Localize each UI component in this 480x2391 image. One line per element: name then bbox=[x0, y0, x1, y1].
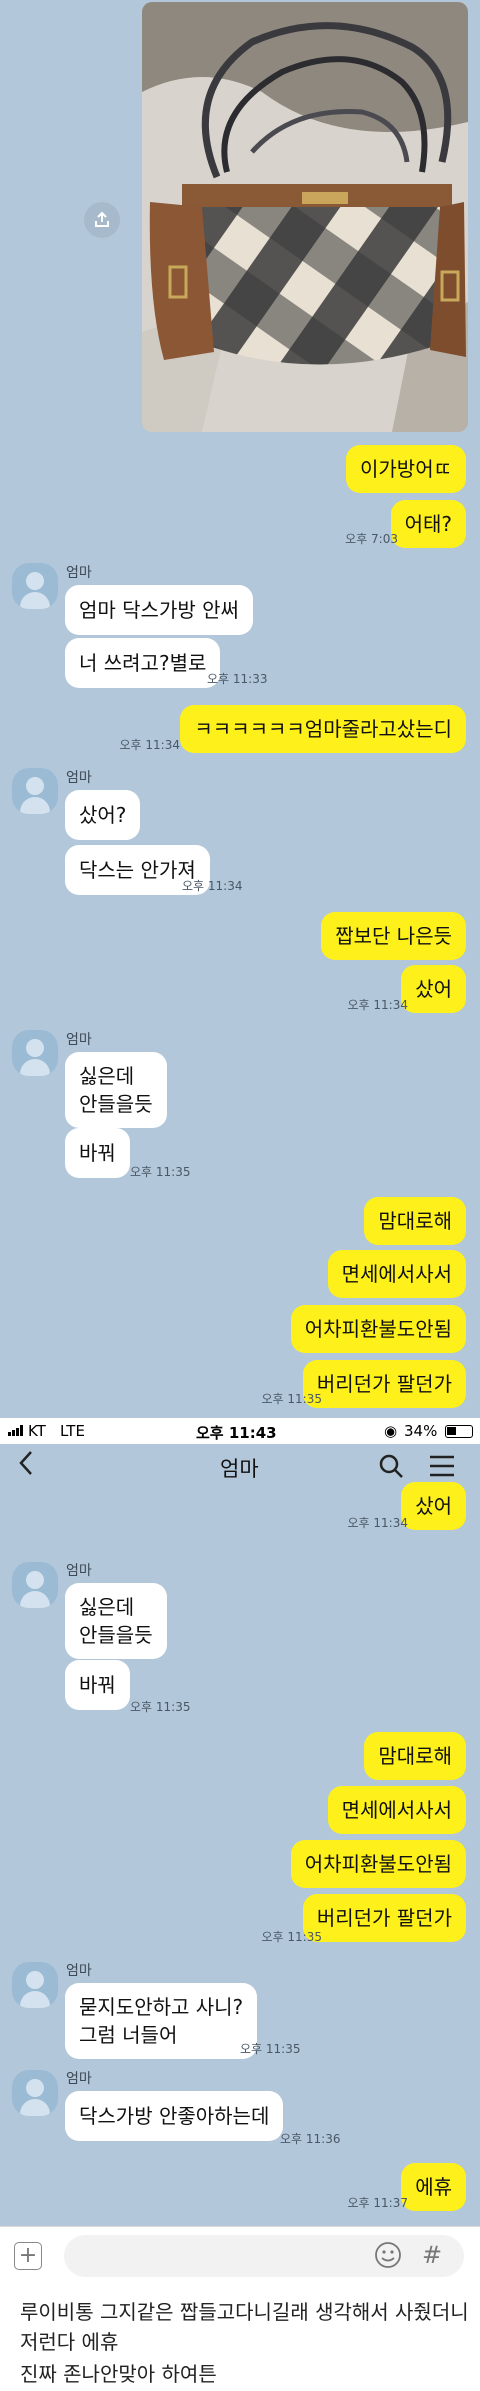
other-message-bubble[interactable]: 닥스가방 안좋아하는데 bbox=[65, 2091, 284, 2141]
my-message-bubble[interactable]: 면세에서사서 bbox=[327, 1786, 466, 1834]
my-message-bubble[interactable]: 샀어 bbox=[401, 965, 466, 1013]
my-message-bubble[interactable]: 버리던가 팔던가 bbox=[302, 1360, 466, 1408]
battery-icon bbox=[445, 1425, 473, 1438]
other-message-bubble[interactable]: 엄마 닥스가방 안써 bbox=[65, 585, 253, 635]
message-time: 오후 11:34 bbox=[119, 738, 180, 752]
message-time: 오후 11:35 bbox=[130, 1700, 191, 1714]
caption-line: 진짜 존나안맞아 하여튼 bbox=[20, 2362, 217, 2386]
sender-name: 엄마 bbox=[66, 565, 92, 581]
clock: 오후 11:43 bbox=[196, 1424, 277, 1442]
sender-name: 엄마 bbox=[66, 1563, 92, 1579]
message-input[interactable] bbox=[64, 2235, 464, 2277]
input-bar: + # bbox=[0, 2226, 480, 2284]
avatar[interactable] bbox=[12, 1030, 58, 1076]
network-label: LTE bbox=[60, 1422, 85, 1440]
my-message-bubble[interactable]: 어태? bbox=[390, 500, 466, 548]
sender-name: 엄마 bbox=[66, 2071, 92, 2087]
chat-title: 엄마 bbox=[220, 1457, 259, 1481]
my-message-bubble[interactable]: 어차피환불도안됨 bbox=[290, 1305, 466, 1353]
avatar[interactable] bbox=[12, 768, 58, 814]
alarm-icon: ◉ bbox=[384, 1422, 398, 1440]
status-bar: KT LTE 오후 11:43 ◉ 34% bbox=[0, 1418, 480, 1444]
message-time: 오후 11:35 bbox=[261, 1392, 322, 1406]
message-time: 오후 11:34 bbox=[182, 879, 243, 893]
my-message-bubble[interactable]: 에휴 bbox=[401, 2163, 466, 2211]
message-time: 오후 11:35 bbox=[130, 1165, 191, 1179]
my-message-bubble[interactable]: 버리던가 팔던가 bbox=[302, 1894, 466, 1942]
hash-icon[interactable]: # bbox=[422, 2241, 442, 2269]
message-time: 오후 11:34 bbox=[347, 998, 408, 1012]
share-icon bbox=[95, 211, 109, 227]
my-message-bubble[interactable]: 이가방어ㄸ bbox=[346, 445, 466, 493]
sender-name: 엄마 bbox=[66, 1032, 92, 1048]
sender-name: 엄마 bbox=[66, 1963, 92, 1979]
back-arrow-icon[interactable] bbox=[18, 1450, 34, 1481]
bag-image bbox=[142, 2, 468, 432]
my-message-bubble[interactable]: 샀어 bbox=[401, 1482, 466, 1530]
avatar[interactable] bbox=[12, 1962, 58, 2008]
other-message-bubble[interactable]: 싫은데 안들을듯 bbox=[65, 1052, 167, 1128]
avatar[interactable] bbox=[12, 563, 58, 609]
my-message-bubble[interactable]: 맘대로해 bbox=[364, 1197, 466, 1245]
my-message-bubble[interactable]: ㅋㅋㅋㅋㅋㅋ엄마줄라고샀는디 bbox=[180, 705, 466, 753]
message-time: 오후 11:34 bbox=[347, 1516, 408, 1530]
sender-name: 엄마 bbox=[66, 770, 92, 786]
carrier-label: KT bbox=[28, 1422, 46, 1440]
bag-photo[interactable] bbox=[142, 2, 468, 432]
caption-line: 저런다 에휴 bbox=[20, 2330, 119, 2354]
menu-icon[interactable] bbox=[428, 1454, 456, 1483]
chat-screen-2: 샀어 오후 11:34 엄마 싫은데 안들을듯 바꿔 오후 11:35 맘대로해… bbox=[0, 1480, 480, 2226]
my-message-bubble[interactable]: 맘대로해 bbox=[364, 1732, 466, 1780]
share-button[interactable] bbox=[84, 202, 120, 238]
message-time: 오후 11:35 bbox=[240, 2042, 301, 2056]
message-time: 오후 7:03 bbox=[345, 532, 398, 546]
other-message-bubble[interactable]: 싫은데 안들을듯 bbox=[65, 1583, 167, 1659]
caption-line: 루이비통 그지같은 짭들고다니길래 생각해서 사줬더니 bbox=[20, 2300, 469, 2324]
post-caption: 루이비통 그지같은 짭들고다니길래 생각해서 사줬더니 저런다 에휴 진짜 존나… bbox=[0, 2284, 480, 2391]
battery-percent: 34% bbox=[404, 1422, 438, 1440]
message-time: 오후 11:37 bbox=[347, 2196, 408, 2210]
avatar[interactable] bbox=[12, 1562, 58, 1608]
my-message-bubble[interactable]: 면세에서사서 bbox=[327, 1250, 466, 1298]
message-time: 오후 11:35 bbox=[261, 1930, 322, 1944]
signal-icon bbox=[8, 1425, 23, 1436]
emoji-icon[interactable] bbox=[374, 2241, 402, 2273]
message-time: 오후 11:36 bbox=[280, 2132, 341, 2146]
my-message-bubble[interactable]: 어차피환불도안됨 bbox=[290, 1840, 466, 1888]
other-message-bubble[interactable]: 샀어? bbox=[65, 790, 141, 840]
other-message-bubble[interactable]: 묻지도안하고 사니? 그럼 너들어 bbox=[65, 1983, 258, 2059]
other-message-bubble[interactable]: 바꿔 bbox=[65, 1660, 130, 1710]
avatar[interactable] bbox=[12, 2070, 58, 2116]
other-message-bubble[interactable]: 너 쓰려고?별로 bbox=[65, 638, 221, 688]
chat-screen-1: 이가방어ㄸ 어태? 오후 7:03 엄마 엄마 닥스가방 안써 너 쓰려고?별로… bbox=[0, 0, 480, 1418]
my-message-bubble[interactable]: 짭보단 나은듯 bbox=[321, 912, 466, 960]
other-message-bubble[interactable]: 바꿔 bbox=[65, 1128, 130, 1178]
message-time: 오후 11:33 bbox=[207, 672, 268, 686]
plus-icon[interactable]: + bbox=[14, 2242, 42, 2270]
